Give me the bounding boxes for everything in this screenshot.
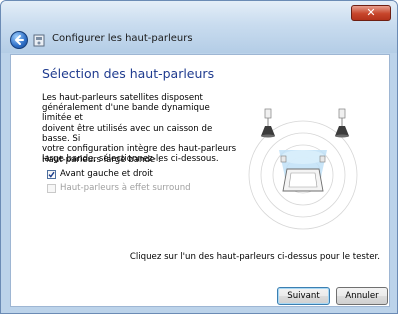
speaker-setup-window: ✕ Configurer les haut-parleurs Sélection…: [0, 0, 398, 314]
checkmark-icon: [48, 171, 55, 178]
back-arrow-icon: [15, 35, 24, 45]
wizard-page: Sélection des haut-parleurs Les haut-par…: [10, 54, 390, 307]
cancel-button[interactable]: Annuler: [336, 287, 388, 305]
speaker-setup-icon: [33, 34, 45, 47]
option-front-left-right[interactable]: Avant gauche et droit: [47, 169, 153, 179]
next-button[interactable]: Suivant: [277, 287, 330, 305]
back-button[interactable]: [10, 31, 28, 49]
front-left-speaker-icon[interactable]: [261, 108, 275, 138]
surround-speakers-label: Haut-parleurs à effet surround: [60, 183, 191, 193]
title-bar: ✕ Configurer les haut-parleurs: [1, 1, 397, 53]
surround-speakers-checkbox: [47, 183, 56, 193]
front-left-right-checkbox[interactable]: [47, 169, 56, 179]
front-right-speaker-icon[interactable]: [335, 108, 349, 138]
speaker-diagram: [248, 108, 358, 230]
option-surround-speakers: Haut-parleurs à effet surround: [47, 183, 191, 193]
close-button[interactable]: ✕: [351, 5, 391, 21]
window-title: Configurer les haut-parleurs: [52, 33, 193, 44]
front-left-right-label: Avant gauche et droit: [60, 169, 153, 179]
page-heading: Sélection des haut-parleurs: [42, 66, 215, 81]
page-description: Les haut-parleurs satellites disposent g…: [42, 93, 237, 165]
close-icon: ✕: [366, 6, 376, 19]
fullrange-group-label: Haut-parleurs large bande :: [42, 155, 161, 165]
test-hint: Cliquez sur l'un des haut-parleurs ci-de…: [129, 252, 380, 262]
